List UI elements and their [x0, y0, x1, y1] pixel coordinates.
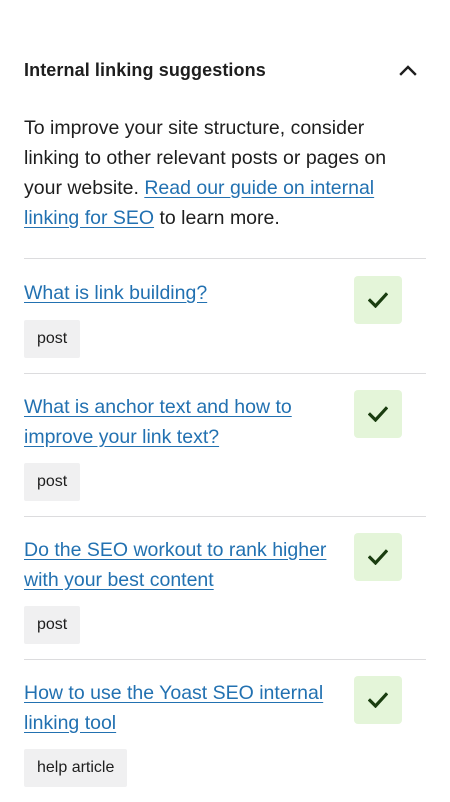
suggestion-item: How to use the Yoast SEO internal linkin… — [24, 659, 426, 802]
panel-title: Internal linking suggestions — [24, 59, 266, 80]
suggestion-link[interactable]: What is link building? — [24, 278, 344, 308]
suggestion-link[interactable]: Do the SEO workout to rank higher with y… — [24, 535, 344, 595]
checkmark-icon — [368, 406, 388, 422]
intro-text-after: to learn more. — [154, 207, 280, 229]
suggestion-item: Do the SEO workout to rank higher with y… — [24, 516, 426, 659]
add-link-button[interactable] — [354, 276, 402, 324]
suggestion-type-badge: post — [24, 606, 81, 644]
suggestion-type-badge: post — [24, 320, 81, 358]
checkmark-icon — [368, 292, 388, 308]
panel-header[interactable]: Internal linking suggestions — [24, 48, 426, 92]
suggestion-type-badge: post — [24, 463, 81, 501]
add-link-button[interactable] — [354, 390, 402, 438]
suggestion-type-badge: help article — [24, 749, 128, 787]
suggestion-link[interactable]: How to use the Yoast SEO internal linkin… — [24, 678, 344, 738]
intro-text: To improve your site structure, consider… — [24, 113, 424, 233]
chevron-up-icon[interactable] — [396, 58, 420, 82]
suggestion-item: What is link building? post — [24, 258, 426, 373]
add-link-button[interactable] — [354, 676, 402, 724]
add-link-button[interactable] — [354, 533, 402, 581]
internal-linking-panel: Internal linking suggestions To improve … — [0, 0, 450, 800]
suggestion-link[interactable]: What is anchor text and how to improve y… — [24, 392, 344, 452]
checkmark-icon — [368, 692, 388, 708]
checkmark-icon — [368, 549, 388, 565]
suggestion-item: What is anchor text and how to improve y… — [24, 373, 426, 516]
suggestion-list: What is link building? post What is anch… — [24, 258, 426, 802]
